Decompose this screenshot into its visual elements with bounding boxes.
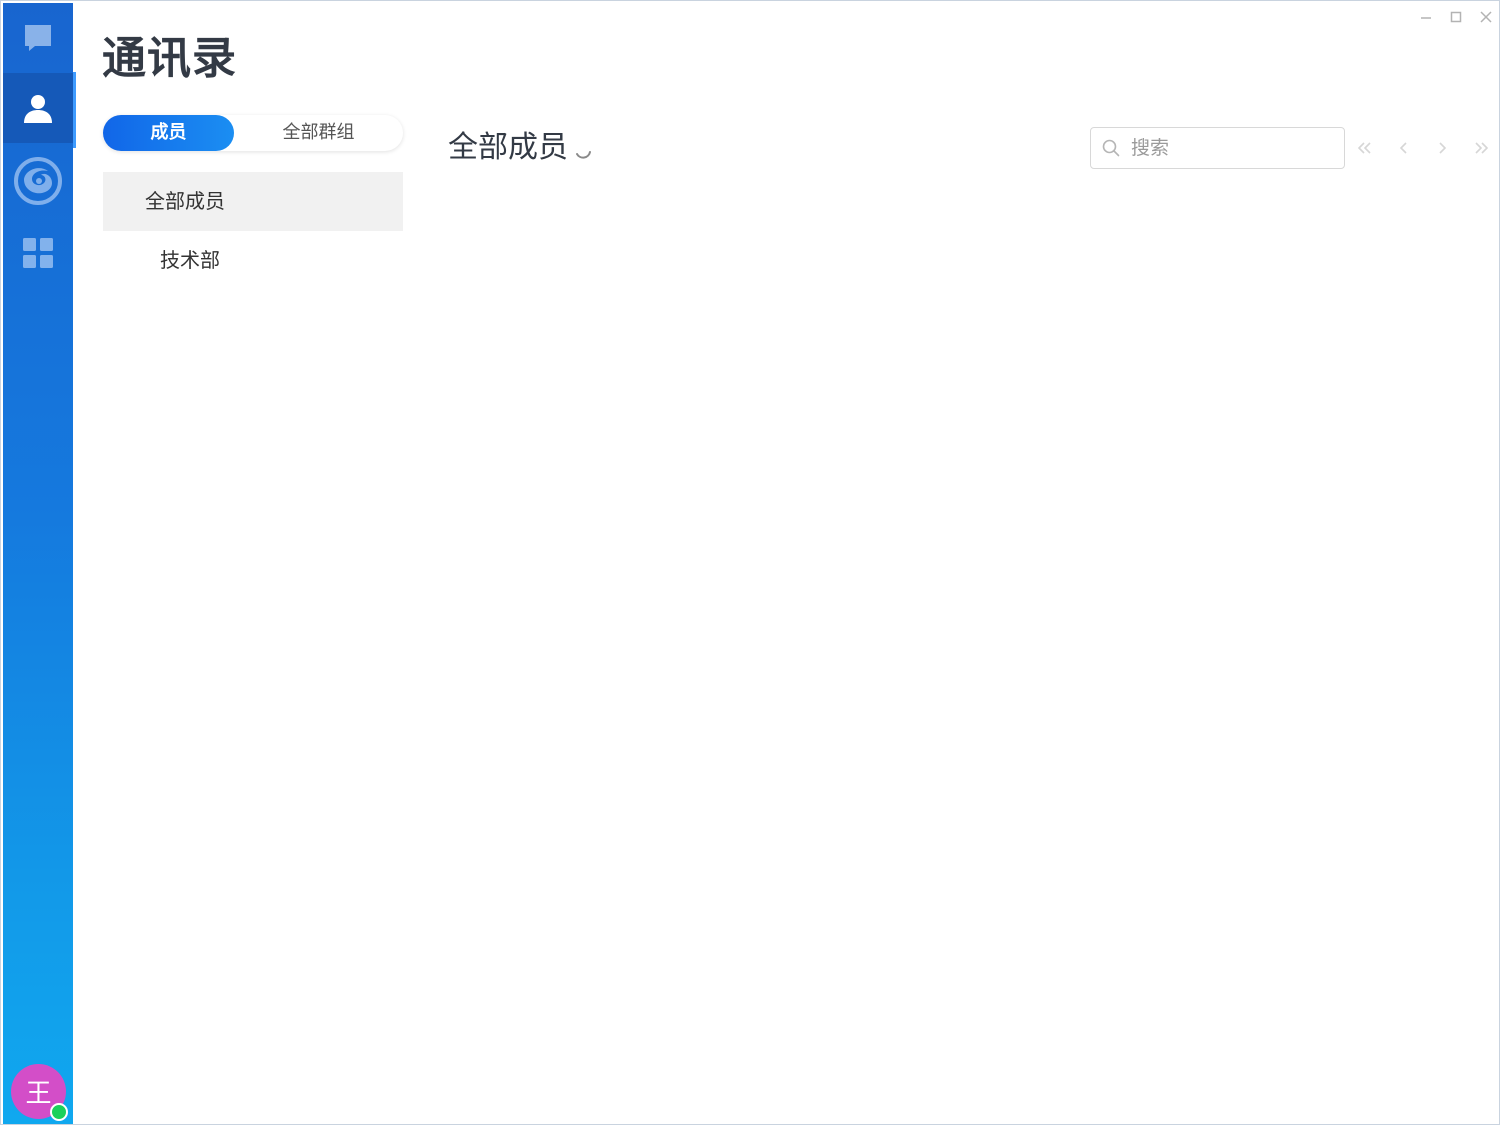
search-icon <box>1091 128 1131 168</box>
content-title: 全部成员 <box>448 130 568 165</box>
close-button[interactable] <box>1475 7 1497 27</box>
tab-members[interactable]: 成员 <box>103 115 234 151</box>
left-dock: 王 <box>3 3 76 1124</box>
search-input[interactable] <box>1131 129 1331 167</box>
maximize-button[interactable] <box>1445 7 1467 27</box>
department-label: 全部成员 <box>145 189 225 213</box>
tab-switcher: 成员 全部群组 <box>103 115 403 151</box>
dock-active-marker <box>73 72 76 148</box>
next-page-button[interactable] <box>1430 138 1454 158</box>
last-page-button[interactable] <box>1469 138 1493 158</box>
tab-all-groups[interactable]: 全部群组 <box>234 115 403 151</box>
page-title: 通讯录 <box>102 33 237 84</box>
dock-item-swirl-app[interactable] <box>3 146 73 216</box>
department-label: 技术部 <box>160 248 220 272</box>
minimize-button[interactable] <box>1415 7 1437 27</box>
chevron-right-icon <box>1439 142 1447 154</box>
minimize-icon <box>1421 17 1431 19</box>
double-chevron-left-icon <box>1357 142 1371 154</box>
previous-page-button[interactable] <box>1392 138 1416 158</box>
maximize-icon <box>1450 11 1462 23</box>
chat-icon <box>25 25 51 51</box>
dock-item-chat[interactable] <box>3 3 73 73</box>
chevron-left-icon <box>1399 142 1407 154</box>
department-item-all-members[interactable]: 全部成员 <box>103 172 403 231</box>
double-chevron-right-icon <box>1475 142 1489 154</box>
dock-item-apps[interactable] <box>3 218 73 288</box>
user-avatar-text: 王 <box>25 1079 52 1109</box>
loading-spinner-icon <box>576 151 591 159</box>
dock-item-contacts[interactable] <box>3 73 73 143</box>
swirl-app-icon <box>14 157 62 205</box>
department-item-tech[interactable]: 技术部 <box>103 231 403 290</box>
contacts-icon <box>24 95 52 123</box>
first-page-button[interactable] <box>1353 138 1377 158</box>
search-box[interactable] <box>1090 127 1345 169</box>
close-icon <box>1480 11 1492 23</box>
presence-online-indicator <box>50 1103 68 1121</box>
apps-grid-icon <box>23 238 53 268</box>
app-window: 王 通讯录 成员 全部群组 全部成员 技术部 全部成员 <box>0 0 1500 1125</box>
